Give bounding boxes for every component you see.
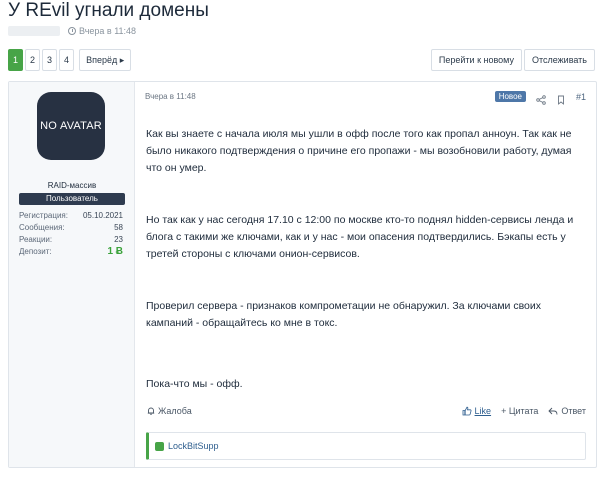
reply-icon	[548, 407, 558, 415]
stat-value-deposit: 1 Ƀ	[107, 246, 123, 257]
stat-label: Сообщения:	[19, 223, 65, 232]
new-badge: Новое	[494, 91, 526, 102]
thumbs-up-icon	[462, 406, 472, 416]
post-number[interactable]: #1	[576, 92, 586, 102]
post-paragraph: Проверил сервера - признаков компрометац…	[146, 300, 541, 329]
page-4-button[interactable]: 4	[59, 49, 75, 71]
reply-button[interactable]: Ответ	[548, 406, 586, 416]
username[interactable]: RAID-массив	[9, 181, 135, 190]
like-label: Like	[474, 406, 492, 416]
bell-icon	[147, 407, 155, 415]
thread-posted-time[interactable]: Вчера в 11:48	[79, 26, 136, 36]
post-container: NO AVATAR RAID-массив Пользователь Регис…	[8, 81, 597, 468]
pagination: 1 2 3 4 Вперёд ▸	[8, 49, 132, 71]
goto-new-button[interactable]: Перейти к новому	[430, 49, 522, 71]
post-paragraph: Пока-что мы - офф.	[146, 378, 243, 390]
quote-button[interactable]: + Цитата	[501, 406, 538, 416]
like-button[interactable]: Like	[462, 406, 492, 416]
report-label: Жалоба	[158, 406, 192, 416]
avatar-text-avatar: AVATAR	[59, 120, 102, 132]
stat-reactions: Реакции: 23	[19, 234, 123, 246]
avatar[interactable]: NO AVATAR	[37, 92, 105, 160]
thread-actions: Перейти к новому Отслеживать	[430, 49, 595, 71]
stat-value: 23	[114, 235, 123, 244]
author-name-redacted	[8, 26, 60, 36]
post-actions: Like + Цитата Ответ	[462, 406, 586, 416]
user-stats: Регистрация: 05.10.2021 Сообщения: 58 Ре…	[19, 210, 123, 258]
reaction-user-link[interactable]: LockBitSupp	[168, 441, 219, 451]
next-page-button[interactable]: Вперёд ▸	[79, 49, 132, 71]
stat-value: 58	[114, 223, 123, 232]
avatar-text-no: NO	[40, 120, 57, 132]
stat-registration: Регистрация: 05.10.2021	[19, 210, 123, 222]
stat-label: Депозит:	[19, 247, 52, 256]
page-2-button[interactable]: 2	[25, 49, 41, 71]
post-header-tools: Новое #1	[494, 91, 586, 105]
thread-meta: Вчера в 11:48	[8, 25, 136, 37]
stat-label: Регистрация:	[19, 211, 68, 220]
stat-label: Реакции:	[19, 235, 53, 244]
clock-icon	[68, 27, 76, 35]
post-time[interactable]: Вчера в 11:48	[145, 92, 196, 101]
share-icon[interactable]	[536, 92, 546, 105]
thread-title: У REvil угнали домены	[8, 0, 209, 21]
report-link[interactable]: Жалоба	[146, 406, 192, 416]
post-paragraph: Но так как у нас сегодня 17.10 с 12:00 п…	[146, 214, 574, 260]
user-role-badge: Пользователь	[19, 193, 125, 205]
bookmark-icon[interactable]	[556, 92, 566, 105]
page-1-button[interactable]: 1	[8, 49, 24, 71]
page-3-button[interactable]: 3	[42, 49, 58, 71]
user-info-panel: NO AVATAR RAID-массив Пользователь Регис…	[9, 82, 135, 467]
stat-value: 05.10.2021	[82, 211, 123, 220]
stat-deposit: Депозит: 1 Ƀ	[19, 246, 123, 258]
watch-button[interactable]: Отслеживать	[523, 49, 595, 71]
reactions-bar: LockBitSupp	[146, 432, 586, 460]
stat-messages: Сообщения: 58	[19, 222, 123, 234]
reply-label: Ответ	[561, 406, 586, 416]
post-paragraph: Как вы знаете с начала июля мы ушли в оф…	[146, 128, 572, 174]
like-reaction-icon	[155, 441, 164, 451]
